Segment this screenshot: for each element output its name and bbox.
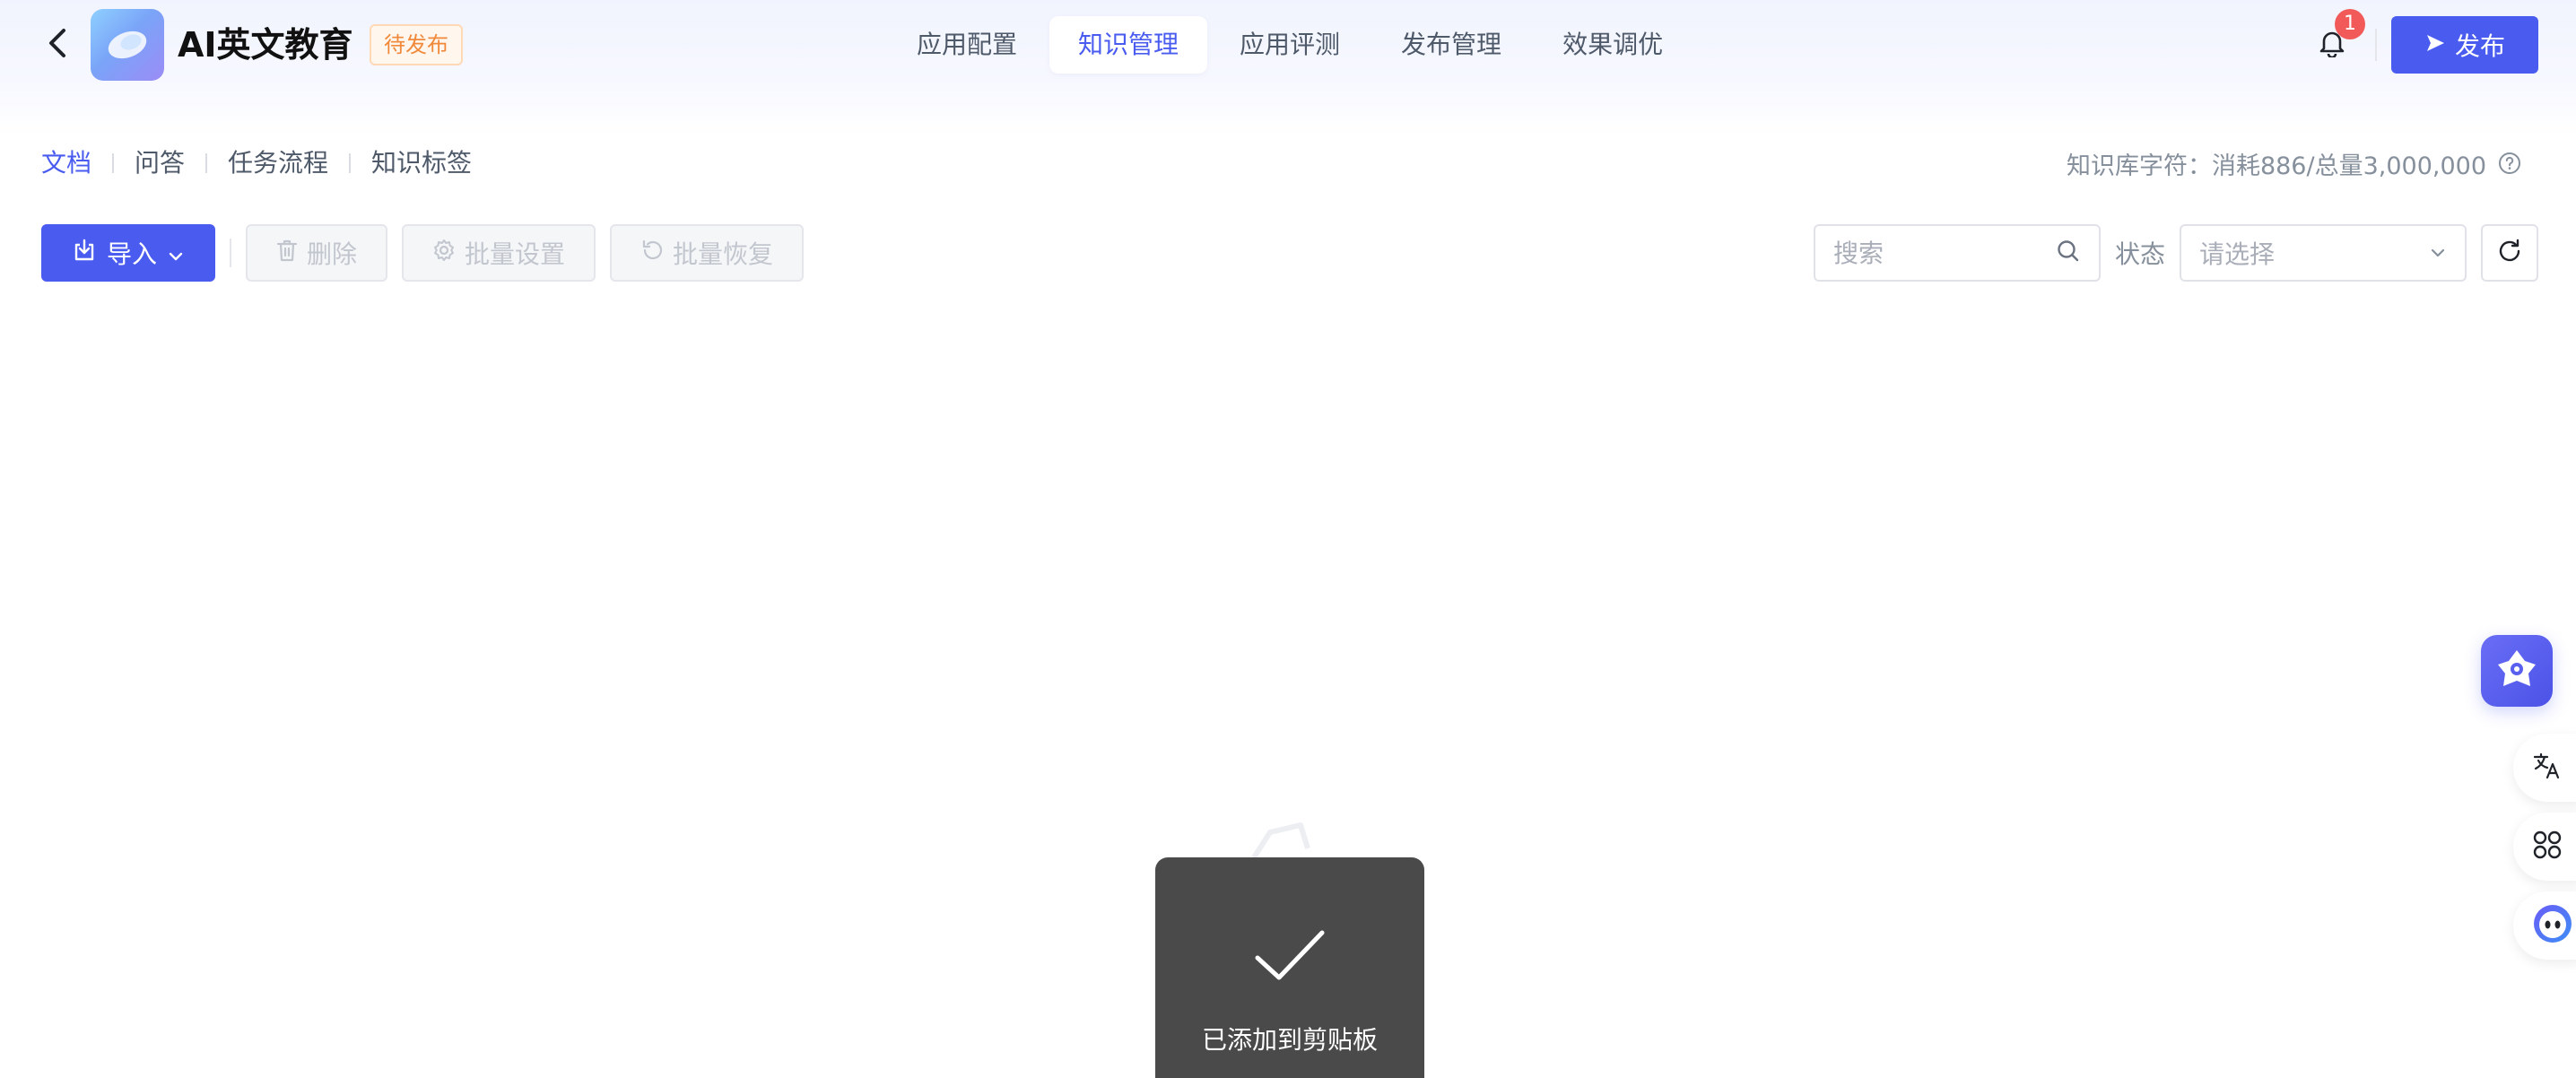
subtab-qa[interactable]: 问答	[135, 143, 185, 183]
check-icon	[1252, 927, 1327, 988]
batch-settings-label: 批量设置	[465, 239, 566, 269]
app-title: AI英文教育	[178, 25, 353, 65]
subtab-task-flow[interactable]: 任务流程	[228, 143, 328, 183]
tab-app-evaluation[interactable]: 应用评测	[1211, 16, 1369, 74]
subtab-divider	[205, 153, 208, 173]
batch-restore-button[interactable]: 批量恢复	[610, 224, 805, 282]
sub-tabs: 文档 问答 任务流程 知识标签	[41, 143, 472, 183]
import-icon	[73, 239, 96, 268]
tab-knowledge-management[interactable]: 知识管理	[1049, 16, 1208, 74]
quota-text: 知识库字符：消耗886/总量3,000,000	[2066, 152, 2486, 180]
status-select[interactable]: 请选择	[2180, 224, 2467, 282]
trash-icon	[276, 239, 298, 268]
toolbar-divider	[230, 239, 231, 267]
batch-restore-label: 批量恢复	[673, 239, 774, 269]
main-nav-tabs: 应用配置 知识管理 应用评测 发布管理 效果调优	[888, 16, 1695, 74]
send-icon	[2424, 30, 2446, 60]
copied-toast: 已添加到剪贴板	[1155, 857, 1424, 1078]
apps-grid-button[interactable]	[2513, 813, 2576, 881]
search-box	[1814, 224, 2101, 282]
delete-button[interactable]: 删除	[246, 224, 388, 282]
assistant-logo-icon	[2493, 645, 2541, 697]
bot-assistant-button[interactable]	[2513, 891, 2576, 960]
publish-button-label: 发布	[2454, 31, 2505, 61]
assistant-button[interactable]	[2481, 635, 2553, 707]
subtab-documents[interactable]: 文档	[41, 143, 91, 183]
refresh-icon	[2496, 238, 2523, 268]
batch-settings-button[interactable]: 批量设置	[402, 224, 596, 282]
tab-tuning[interactable]: 效果调优	[1534, 16, 1692, 74]
back-button[interactable]	[41, 27, 74, 63]
undo-icon	[640, 239, 664, 268]
top-bar: AI英文教育 待发布 应用配置 知识管理 应用评测 发布管理 效果调优 1 发布	[0, 0, 2576, 90]
delete-button-label: 删除	[307, 239, 358, 269]
chevron-down-icon	[168, 239, 184, 268]
chevron-left-icon	[47, 27, 68, 63]
chevron-down-icon	[2429, 245, 2447, 262]
apps-grid-icon	[2531, 829, 2563, 865]
app-logo	[91, 9, 164, 81]
filters: 状态 请选择	[1814, 224, 2539, 282]
notification-count-badge: 1	[2335, 9, 2365, 39]
tab-app-config[interactable]: 应用配置	[888, 16, 1046, 74]
gear-icon	[432, 239, 456, 268]
import-button-label: 导入	[106, 239, 157, 269]
toast-message: 已添加到剪贴板	[1201, 1025, 1378, 1055]
status-select-placeholder: 请选择	[2199, 239, 2276, 269]
subtab-divider	[112, 153, 115, 173]
bot-face-icon	[2531, 902, 2574, 949]
translate-button[interactable]	[2513, 734, 2576, 802]
subtab-knowledge-tags[interactable]: 知识标签	[371, 143, 472, 183]
tab-publish-management[interactable]: 发布管理	[1372, 16, 1530, 74]
status-filter-label: 状态	[2115, 239, 2166, 269]
page: AI英文教育 待发布 应用配置 知识管理 应用评测 发布管理 效果调优 1 发布	[0, 0, 2576, 1078]
import-button[interactable]: 导入	[41, 224, 215, 282]
help-circle-icon[interactable]	[2497, 151, 2522, 176]
status-badge: 待发布	[370, 24, 463, 65]
header-divider	[2375, 29, 2377, 61]
search-icon[interactable]	[2056, 239, 2081, 267]
quota-info: 知识库字符：消耗886/总量3,000,000	[2067, 143, 2522, 183]
search-input[interactable]	[1833, 238, 2049, 268]
toolbar: 导入 删除 批量设置 批量恢复	[41, 224, 818, 282]
subtab-divider	[349, 153, 352, 173]
refresh-button[interactable]	[2481, 224, 2539, 282]
translate-icon	[2531, 750, 2563, 786]
publish-button[interactable]: 发布	[2391, 16, 2538, 74]
